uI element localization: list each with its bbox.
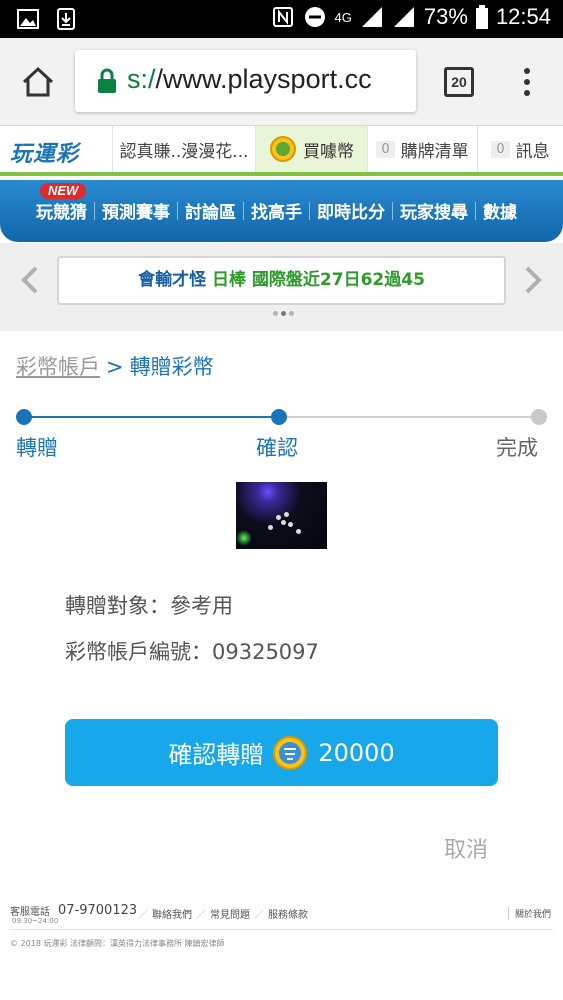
messages-count: 0	[491, 140, 510, 158]
buy-coins-label: 買噱幣	[303, 141, 354, 162]
cancel-link[interactable]: 取消	[444, 832, 488, 864]
messages-label: 訊息	[515, 141, 550, 162]
carousel-dot	[273, 311, 278, 316]
breadcrumb-account-link[interactable]: 彩幣帳戶	[16, 355, 100, 379]
step-label-transfer: 轉贈	[16, 436, 58, 460]
signal-1-icon	[361, 7, 382, 27]
menu-item-predict[interactable]: 預測賽事	[102, 198, 170, 223]
ticker-part-1: 會輸才怪	[138, 270, 207, 290]
step-dot-confirm	[271, 409, 287, 425]
purchase-list-link[interactable]: 0 購牌清單	[367, 126, 477, 172]
ticker-part-2: 日棒	[212, 270, 246, 290]
confirm-transfer-label: 確認轉贈	[168, 741, 265, 769]
chevron-right-icon[interactable]	[521, 265, 545, 295]
confirm-transfer-button[interactable]: 確認轉贈 20000	[65, 719, 498, 786]
ticker-carousel: 會輸才怪 日棒 國際盤近27日62過45	[0, 243, 563, 331]
stepper-progress-line	[24, 416, 279, 418]
menu-item-forum[interactable]: 討論區	[185, 198, 236, 223]
coin-icon	[273, 735, 308, 770]
footer-link-faq[interactable]: 常見問題	[210, 910, 250, 921]
do-not-disturb-icon	[304, 7, 325, 27]
menu-divider	[309, 201, 310, 220]
footer-link-contact[interactable]: 聯絡我們	[152, 910, 192, 921]
carousel-dot-active	[281, 311, 286, 316]
clock: 12:54	[495, 4, 551, 29]
menu-divider	[475, 201, 476, 220]
url-scheme: s:/	[127, 64, 156, 94]
news-preview-link[interactable]: 認真賺..漫漫花...	[112, 126, 255, 172]
buy-coins-button[interactable]: 買噱幣	[255, 126, 367, 172]
confirm-transfer-amount: 20000	[318, 738, 395, 767]
menu-item-player-search[interactable]: 玩家搜尋	[400, 198, 468, 223]
coin-icon	[270, 136, 296, 162]
home-icon[interactable]	[18, 62, 58, 102]
menu-item-experts[interactable]: 找高手	[251, 198, 302, 223]
step-dot-complete	[531, 409, 547, 425]
transfer-target: 轉贈對象：參考用	[65, 594, 233, 618]
url-host: /www.playsport.cc	[155, 64, 372, 94]
battery-icon	[475, 5, 488, 29]
nfc-icon	[272, 7, 293, 27]
messages-link[interactable]: 0 訊息	[477, 126, 563, 172]
footer-divider-slash: ／	[138, 910, 148, 921]
gallery-icon	[17, 9, 39, 29]
footer-copyright: © 2018 玩運彩 法律顧問：漢英得力法律事務所 陳鎮宏律師	[10, 939, 225, 948]
purchase-list-count: 0	[376, 140, 395, 158]
menu-divider	[94, 201, 95, 220]
url-text: s://www.playsport.cc	[127, 64, 372, 95]
menu-item-stats[interactable]: 數據	[483, 198, 517, 223]
carousel-dot	[289, 311, 294, 316]
breadcrumb-current: 轉贈彩幣	[129, 355, 214, 379]
recipient-avatar	[236, 482, 327, 549]
stepper-remaining-line	[279, 416, 539, 418]
site-header: 玩運彩 認真賺..漫漫花... 買噱幣 0 購牌清單 0 訊息	[0, 126, 563, 176]
menu-divider	[177, 201, 178, 220]
lock-icon	[98, 68, 116, 93]
step-label-confirm: 確認	[256, 436, 298, 460]
signal-2-icon	[393, 7, 414, 27]
ticker-message[interactable]: 會輸才怪 日棒 國際盤近27日62過45	[57, 256, 506, 305]
carousel-dots	[273, 311, 294, 316]
menu-item-guess[interactable]: 玩競猜	[36, 198, 87, 223]
footer-link-about[interactable]: 關於我們	[507, 907, 551, 920]
footer-service-label: 客服電話	[10, 907, 50, 918]
new-badge: NEW	[40, 183, 87, 199]
footer-link-terms[interactable]: 服務條款	[268, 910, 308, 921]
menu-divider	[243, 201, 244, 220]
menu-item-livescore[interactable]: 即時比分	[317, 198, 385, 223]
footer-phone[interactable]: 07-9700123	[58, 903, 137, 918]
footer-divider-slash: ／	[254, 910, 264, 921]
network-type: 4G	[334, 9, 352, 25]
browser-toolbar: s://www.playsport.cc 20	[0, 38, 563, 126]
site-logo[interactable]: 玩運彩	[10, 136, 79, 168]
chevron-left-icon[interactable]	[18, 265, 42, 295]
footer-hours: 09:30~24:00	[12, 917, 59, 925]
account-number: 彩幣帳戶編號：09325097	[65, 640, 319, 664]
main-menu-items: 玩競猜 預測賽事 討論區 找高手 即時比分 玩家搜尋 數據	[36, 198, 517, 223]
breadcrumb: 彩幣帳戶 > 轉贈彩幣	[16, 351, 214, 381]
battery-percent: 73%	[423, 4, 468, 29]
footer-divider-slash: ／	[196, 910, 206, 921]
ticker-part-3: 國際盤近27日62過45	[251, 270, 425, 290]
overflow-menu-icon[interactable]	[515, 66, 539, 98]
footer-links: ／ 聯絡我們 ／ 常見問題 ／ 服務條款	[134, 906, 308, 921]
breadcrumb-separator: >	[106, 355, 124, 379]
status-bar: 4G 73% 12:54	[0, 0, 563, 38]
tabs-button[interactable]: 20	[444, 67, 474, 97]
download-icon	[57, 8, 75, 30]
purchase-list-label: 購牌清單	[400, 141, 469, 162]
footer-divider	[10, 929, 553, 930]
address-bar[interactable]: s://www.playsport.cc	[75, 50, 416, 112]
step-dot-transfer	[16, 409, 32, 425]
step-label-complete: 完成	[496, 436, 538, 460]
menu-divider	[392, 201, 393, 220]
